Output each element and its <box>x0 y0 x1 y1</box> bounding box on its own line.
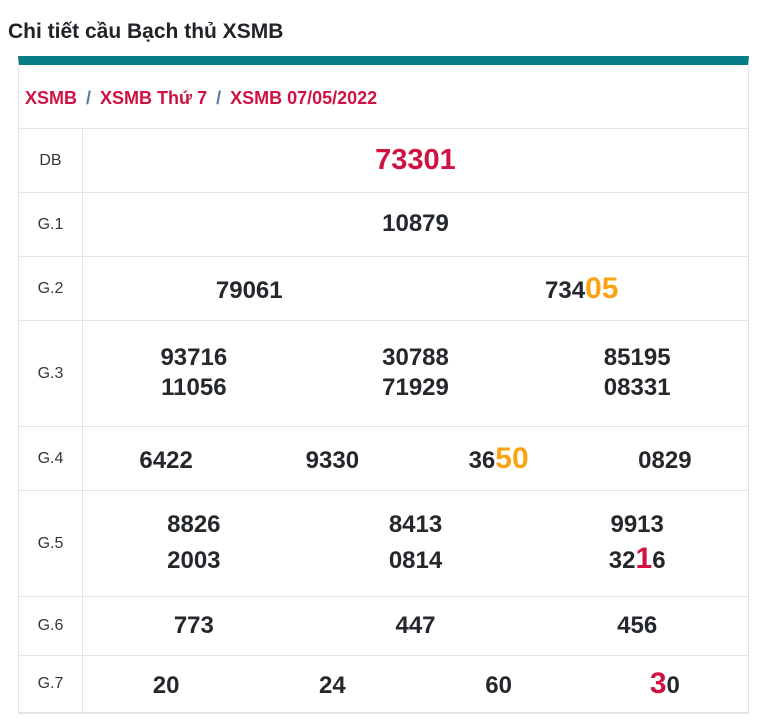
prize-number: 30788 <box>305 344 527 372</box>
digits: 08331 <box>603 374 671 402</box>
prize-number: 30 <box>582 667 748 701</box>
prize-number: 71929 <box>305 374 527 402</box>
prize-number: 73301 <box>83 144 748 176</box>
prize-values: 73301 <box>83 129 748 192</box>
prize-label: G.6 <box>19 597 83 656</box>
breadcrumb-separator: / <box>86 88 92 109</box>
breadcrumb: XSMB / XSMB Thứ 7 / XSMB 07/05/2022 <box>19 65 748 128</box>
digits: 30788 <box>382 344 449 372</box>
prize-values: 93716 30788 85195 11056 71929 08331 <box>83 321 748 426</box>
digits: 456 <box>617 611 658 639</box>
highlight-red-digits: 3 <box>649 667 667 701</box>
digits: 447 <box>395 611 436 639</box>
prize-label: G.1 <box>19 193 83 257</box>
prize-number: 0829 <box>582 446 748 475</box>
prize-number: 6422 <box>83 446 249 475</box>
digits: 20 <box>152 672 180 700</box>
prize-number: 447 <box>305 611 527 640</box>
digits: 6 <box>652 546 666 574</box>
prize-label: DB <box>19 129 83 193</box>
digits: 0829 <box>638 446 692 474</box>
digits: 79061 <box>215 276 283 304</box>
prize-number: 8413 <box>305 510 527 539</box>
prize-number: 11056 <box>83 374 305 402</box>
prize-number: 79061 <box>83 276 416 305</box>
digits: 8413 <box>388 510 443 538</box>
prize-number: 9330 <box>249 446 415 475</box>
digits: 24 <box>319 672 346 700</box>
prize-number: 456 <box>526 611 748 640</box>
prize-number: 3216 <box>526 542 748 576</box>
digits: 32 <box>608 546 636 574</box>
breadcrumb-link-xsmb-thu-7[interactable]: XSMB Thứ 7 <box>100 88 207 108</box>
prize-number: 0814 <box>305 546 527 575</box>
prize-number: 773 <box>83 611 305 640</box>
digits: 71929 <box>382 374 449 402</box>
prize-number: 2003 <box>83 546 305 575</box>
prize-number: 10879 <box>83 210 748 238</box>
content-panel: XSMB / XSMB Thứ 7 / XSMB 07/05/2022 DB 73301 G… <box>18 56 749 715</box>
prize-label: G.3 <box>19 321 83 427</box>
special-prize-digits: 73301 <box>375 144 456 177</box>
digits: 2003 <box>167 546 221 574</box>
prize-label: G.2 <box>19 257 83 321</box>
digits: 9330 <box>305 446 360 474</box>
prize-number: 20 <box>83 672 249 700</box>
digits: 8826 <box>167 510 221 538</box>
digits: 10879 <box>382 210 449 238</box>
prize-values: 20 24 60 30 <box>83 656 748 712</box>
digits: 6422 <box>139 446 193 474</box>
prize-values: 6422 9330 3650 0829 <box>83 427 748 490</box>
breadcrumb-separator: / <box>216 88 222 109</box>
prize-values: 773 447 456 <box>83 597 748 655</box>
highlight-orange-digits: 05 <box>585 271 619 305</box>
highlight-orange-digits: 50 <box>495 441 529 475</box>
digits: 0814 <box>388 546 443 574</box>
prize-number: 60 <box>416 672 582 700</box>
page-title: Chi tiết cầu Bạch thủ XSMB <box>8 20 284 43</box>
prize-row-g6: G.6 773 447 456 <box>19 597 748 657</box>
prize-row-g1: G.1 10879 <box>19 193 748 258</box>
prize-number: 3650 <box>416 442 582 476</box>
prize-values: 79061 73405 <box>83 257 748 320</box>
prize-row-g7: G.7 20 24 60 30 <box>19 656 748 714</box>
prize-table: DB 73301 G.1 10879 G.2 79061 73405 G.3 93716 3078… <box>19 128 748 714</box>
digits: 36 <box>468 446 496 474</box>
prize-row-g3: G.3 93716 30788 85195 11056 71929 08331 <box>19 321 748 428</box>
prize-number: 08331 <box>526 374 748 402</box>
prize-number: 73405 <box>416 272 749 306</box>
digits: 734 <box>545 276 586 304</box>
prize-number: 9913 <box>526 510 748 539</box>
digits: 60 <box>485 672 512 700</box>
prize-label: G.7 <box>19 656 83 713</box>
prize-row-g4: G.4 6422 9330 3650 0829 <box>19 427 748 492</box>
prize-row-db: DB 73301 <box>19 129 748 194</box>
digits: 0 <box>666 672 680 700</box>
prize-row-g2: G.2 79061 73405 <box>19 257 748 322</box>
digits: 85195 <box>603 344 671 372</box>
prize-number: 24 <box>249 672 415 700</box>
prize-number: 85195 <box>526 344 748 372</box>
breadcrumb-link-xsmb[interactable]: XSMB <box>25 88 77 108</box>
digits: 9913 <box>610 510 664 538</box>
breadcrumb-link-xsmb-date[interactable]: XSMB 07/05/2022 <box>230 88 377 108</box>
prize-values: 8826 8413 9913 2003 0814 3216 <box>83 491 748 596</box>
digits: 93716 <box>160 344 228 372</box>
prize-values: 10879 <box>83 193 748 256</box>
prize-label: G.5 <box>19 491 83 597</box>
prize-number: 8826 <box>83 510 305 539</box>
prize-label: G.4 <box>19 427 83 491</box>
digits: 773 <box>173 611 214 639</box>
prize-row-g5: G.5 8826 8413 9913 2003 0814 3216 <box>19 491 748 598</box>
digits: 11056 <box>161 374 227 402</box>
prize-number: 93716 <box>83 344 305 372</box>
highlight-red-digits: 1 <box>635 541 653 575</box>
